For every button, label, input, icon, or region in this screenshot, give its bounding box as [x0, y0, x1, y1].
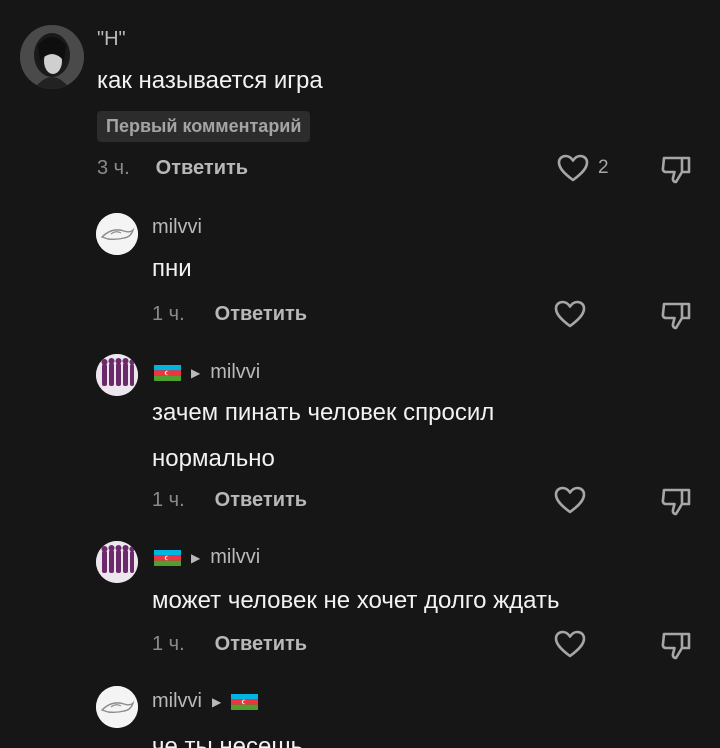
purple-figures-avatar-icon: [96, 541, 138, 583]
dislike-button[interactable]: [660, 629, 694, 666]
user-avatar[interactable]: [96, 213, 138, 255]
comment-text: как называется игра: [97, 67, 323, 94]
reply-to-username[interactable]: milvvi: [210, 546, 260, 569]
reply-item: milvvi ▶ че ты несешь: [0, 680, 720, 748]
like-button[interactable]: [553, 485, 587, 515]
author-username[interactable]: milvvi: [152, 690, 202, 713]
reply-item: ▶ milvvi может человек не хочет долго жд…: [0, 536, 720, 680]
comment-author[interactable]: milvvi ▶: [152, 690, 259, 713]
comment-author[interactable]: ▶ milvvi: [154, 361, 260, 384]
comment-time: 3 ч.: [97, 157, 130, 179]
heart-icon: [554, 630, 586, 658]
user-avatar[interactable]: [20, 25, 84, 89]
comment-author[interactable]: "H": [97, 28, 126, 51]
comment-author[interactable]: ▶ milvvi: [154, 546, 260, 569]
reply-arrow-icon: ▶: [212, 694, 222, 709]
comment-time: 1 ч.: [152, 633, 185, 655]
user-avatar[interactable]: [96, 541, 138, 583]
first-comment-badge: Первый комментарий: [97, 111, 311, 142]
reply-button[interactable]: Ответить: [215, 489, 307, 512]
thumbs-down-icon: [661, 488, 691, 516]
reply-button[interactable]: Ответить: [215, 633, 307, 656]
user-avatar[interactable]: [96, 686, 138, 728]
reply-arrow-icon: ▶: [191, 365, 201, 380]
comment-time: 1 ч.: [152, 489, 185, 511]
white-bird-avatar-icon: [96, 686, 138, 728]
reply-to-username[interactable]: milvvi: [210, 361, 260, 384]
reply-item: milvvi пни 1 ч. Ответить: [0, 200, 720, 350]
thumbs-down-icon: [661, 302, 691, 330]
azerbaijan-flag-icon: [154, 364, 181, 381]
reply-button[interactable]: Ответить: [215, 303, 307, 326]
dark-hair-avatar-icon: [20, 25, 84, 89]
comment-meta: 1 ч. Ответить: [152, 489, 307, 512]
comment-text-line: зачем пинать человек спросил: [152, 399, 495, 426]
thumbs-down-icon: [661, 632, 691, 660]
azerbaijan-flag-icon: [231, 693, 259, 710]
dislike-button[interactable]: [660, 299, 694, 336]
comment-text: может человек не хочет долго ждать: [152, 587, 560, 614]
like-count: 2: [598, 157, 609, 178]
comment-author[interactable]: milvvi: [152, 216, 202, 239]
comment-text-line: нормально: [152, 445, 275, 472]
comment-meta: 1 ч. Ответить: [152, 303, 307, 326]
comment-text: че ты несешь: [152, 733, 304, 748]
thumbs-down-icon: [661, 156, 691, 184]
reply-button[interactable]: Ответить: [156, 157, 248, 180]
like-button[interactable]: [553, 629, 587, 659]
heart-icon: [557, 154, 589, 182]
like-button[interactable]: [553, 299, 587, 329]
user-avatar[interactable]: [96, 354, 138, 396]
comment-meta: 3 ч. Ответить: [97, 157, 248, 180]
azerbaijan-flag-icon: [154, 549, 181, 566]
white-bird-avatar-icon: [96, 213, 138, 255]
purple-figures-avatar-icon: [96, 354, 138, 396]
dislike-button[interactable]: [660, 153, 694, 190]
heart-icon: [554, 300, 586, 328]
dislike-button[interactable]: [660, 485, 694, 522]
comment-meta: 1 ч. Ответить: [152, 633, 307, 656]
comment-text: зачем пинать человек спросил нормально: [152, 390, 494, 482]
comment-time: 1 ч.: [152, 303, 185, 325]
reply-arrow-icon: ▶: [191, 550, 201, 565]
comment-text: пни: [152, 255, 192, 282]
like-button[interactable]: 2: [556, 153, 609, 183]
reply-item: ▶ milvvi зачем пинать человек спросил но…: [0, 350, 720, 536]
comment-item: "H" как называется игра Первый комментар…: [0, 0, 720, 200]
heart-icon: [554, 486, 586, 514]
